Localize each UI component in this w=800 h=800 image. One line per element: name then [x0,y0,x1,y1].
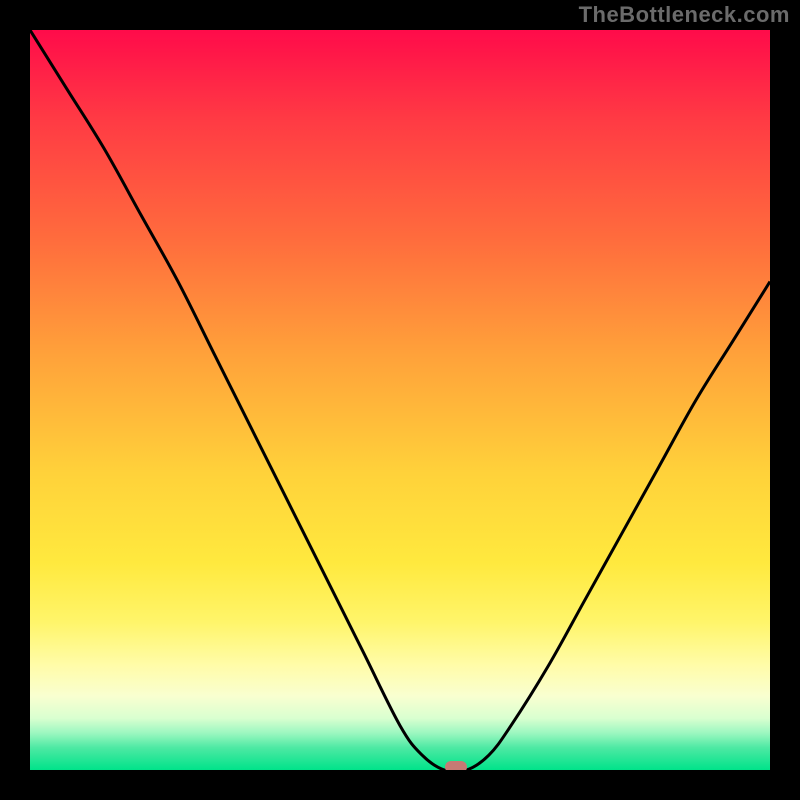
optimal-marker [445,761,467,770]
curve-path [30,30,770,770]
chart-frame: TheBottleneck.com [0,0,800,800]
bottleneck-curve [30,30,770,770]
watermark-text: TheBottleneck.com [579,2,790,28]
plot-area [30,30,770,770]
